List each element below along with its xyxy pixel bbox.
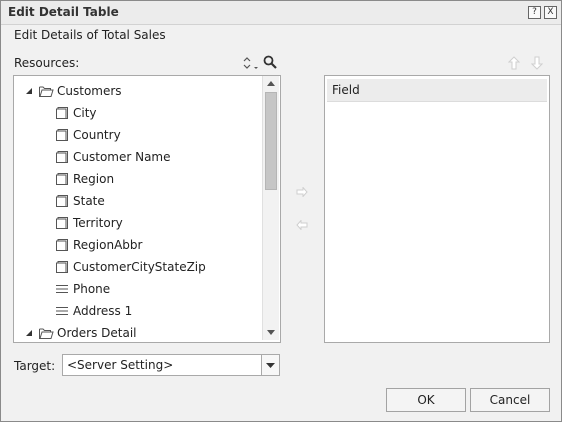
tree-item[interactable]: Territory [14, 214, 262, 232]
scroll-thumb[interactable] [265, 92, 277, 190]
detail-field-icon [56, 307, 68, 315]
remove-field-icon[interactable] [296, 220, 308, 230]
tree-item[interactable]: CustomerCityStateZip [14, 258, 262, 276]
tree-item-label: RegionAbbr [73, 238, 143, 252]
tree-item-label: Phone [73, 282, 111, 296]
tree-item-label: Orders Detail [57, 326, 137, 340]
dimension-icon [56, 107, 68, 119]
resources-tree[interactable]: Customers City Country Customer Name Region S… [13, 75, 281, 343]
add-field-icon[interactable] [296, 187, 308, 197]
chevron-down-icon[interactable] [261, 355, 279, 375]
cancel-button[interactable]: Cancel [470, 388, 550, 412]
scroll-down-icon[interactable] [263, 325, 279, 340]
tree-item[interactable]: RegionAbbr [14, 236, 262, 254]
tree-item-label: Address 1 [73, 304, 133, 318]
tree-scrollbar[interactable] [262, 76, 279, 340]
expand-triangle-icon[interactable] [24, 82, 34, 100]
tree-item[interactable]: Region [14, 170, 262, 188]
help-button[interactable]: ? [528, 6, 541, 19]
tree-item[interactable]: Address 1 [14, 302, 262, 320]
sort-icon[interactable] [241, 55, 259, 71]
ok-button[interactable]: OK [386, 388, 466, 412]
target-label: Target: [14, 359, 56, 373]
dimension-icon [56, 129, 68, 141]
target-select-value: <Server Setting> [67, 358, 174, 372]
edit-detail-table-dialog: Edit Detail Table ? X Edit Details of To… [0, 0, 562, 422]
target-select[interactable]: <Server Setting> [62, 354, 280, 376]
tree-item[interactable]: Country [14, 126, 262, 144]
dimension-icon [56, 217, 68, 229]
tree-item-label: State [73, 194, 105, 208]
tree-item[interactable]: Phone [14, 280, 262, 298]
dimension-icon [56, 173, 68, 185]
dimension-icon [56, 151, 68, 163]
tree-item-label: Region [73, 172, 115, 186]
expand-triangle-icon[interactable] [24, 324, 34, 342]
tree-item-label: City [73, 106, 97, 120]
tree-item[interactable]: Customer Name [14, 148, 262, 166]
scroll-up-icon[interactable] [263, 76, 279, 91]
field-column-header: Field [327, 79, 547, 102]
dimension-icon [56, 195, 68, 207]
tree-item-label: Territory [73, 216, 123, 230]
field-header-label: Field [332, 83, 360, 97]
dimension-icon [56, 261, 68, 273]
title-bar: Edit Detail Table ? X [1, 1, 561, 25]
detail-field-icon [56, 285, 68, 293]
search-icon[interactable] [263, 55, 277, 69]
tree-folder[interactable]: Orders Detail [14, 324, 262, 342]
tree-item[interactable]: City [14, 104, 262, 122]
move-down-icon[interactable] [531, 56, 543, 70]
dialog-title: Edit Detail Table [8, 5, 119, 19]
folder-icon [39, 86, 54, 97]
resources-label: Resources: [14, 56, 80, 70]
tree-item-label: Customer Name [73, 150, 171, 164]
close-button[interactable]: X [544, 6, 557, 19]
dimension-icon [56, 239, 68, 251]
tree-item-label: Country [73, 128, 121, 142]
tree-item-label: CustomerCityStateZip [73, 260, 206, 274]
move-up-icon[interactable] [508, 56, 520, 70]
dialog-subtitle: Edit Details of Total Sales [14, 28, 166, 42]
field-list[interactable]: Field [324, 75, 550, 343]
folder-icon [39, 328, 54, 339]
tree-item-label: Customers [57, 84, 122, 98]
tree-folder[interactable]: Customers [14, 82, 262, 100]
tree-item[interactable]: State [14, 192, 262, 210]
